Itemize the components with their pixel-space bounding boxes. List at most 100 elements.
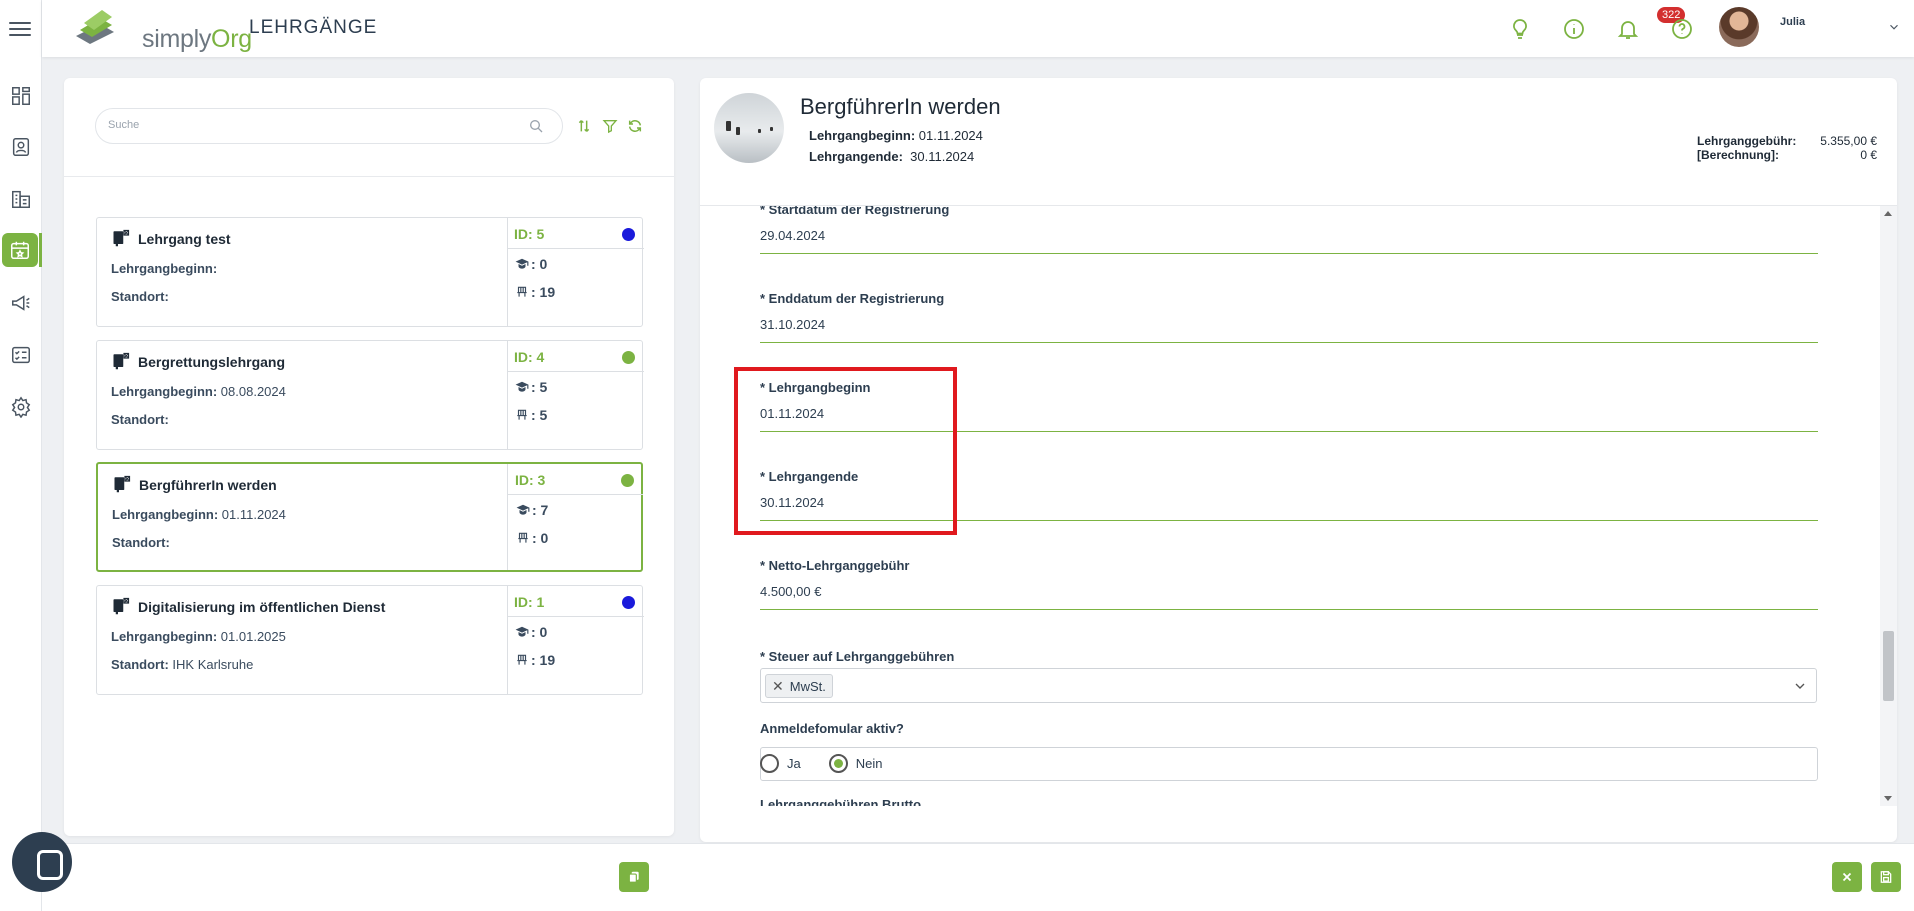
seats-count: : 19 <box>515 652 555 668</box>
course-image <box>714 93 784 163</box>
footer-bar <box>42 843 1914 911</box>
detail-begin: Lehrgangbeginn: 01.11.2024 <box>809 128 983 143</box>
page-title: LEHRGÄNGE <box>249 17 378 38</box>
fee-value: 5.355,00 € <box>1820 134 1877 148</box>
seat-icon <box>517 409 527 420</box>
save-icon <box>1880 871 1892 883</box>
copy-icon <box>628 871 639 883</box>
field-start-registration[interactable]: * Startdatum der Registrierung 29.04.202… <box>760 206 1818 254</box>
course-begin: Lehrgangbeginn: 08.08.2024 <box>111 384 286 399</box>
course-icon <box>113 597 130 615</box>
refresh-icon[interactable] <box>627 118 643 134</box>
chevron-down-icon[interactable] <box>1792 678 1808 694</box>
megaphone-icon[interactable] <box>8 290 34 316</box>
course-title: Lehrgang test <box>138 231 231 247</box>
course-id: ID: 5 <box>514 226 545 242</box>
scrollbar[interactable] <box>1880 206 1897 806</box>
menu-icon[interactable] <box>9 18 31 38</box>
field-end-registration[interactable]: * Enddatum der Registrierung 31.10.2024 <box>760 291 1818 343</box>
course-title: Bergrettungslehrgang <box>138 354 286 370</box>
seat-icon <box>517 286 527 297</box>
tax-select-box[interactable]: ✕ MwSt. <box>760 668 1817 703</box>
status-dot <box>621 474 634 487</box>
participants-count: : 0 <box>515 624 547 640</box>
course-card[interactable]: Bergrettungslehrgang Lehrgangbeginn: 08.… <box>96 340 644 450</box>
radio-no[interactable] <box>828 754 848 773</box>
user-name[interactable]: Julia <box>1780 16 1805 28</box>
courses-calendar-icon[interactable] <box>2 233 42 267</box>
course-id: ID: 4 <box>514 349 545 365</box>
participants-count: : 7 <box>516 502 548 518</box>
graduate-icon <box>515 626 529 637</box>
checklist-icon[interactable] <box>8 342 34 368</box>
graduate-icon <box>515 381 529 392</box>
course-location: Standort: IHK Karlsruhe <box>111 657 254 672</box>
copy-button[interactable] <box>619 862 649 892</box>
course-icon <box>114 475 131 493</box>
close-icon <box>1842 872 1852 882</box>
top-header: simplyOrg LEHRGÄNGE 322 Julia <box>42 0 1914 57</box>
sort-icon[interactable] <box>576 118 592 134</box>
radio-yes[interactable] <box>760 754 779 773</box>
seat-icon <box>517 654 527 665</box>
course-begin: Lehrgangbeginn: <box>111 261 218 276</box>
search-box <box>95 108 563 144</box>
course-card[interactable]: Digitalisierung im öffentlichen Dienst L… <box>96 585 644 695</box>
course-begin: Lehrgangbeginn: 01.01.2025 <box>111 629 286 644</box>
simplyorg-logo[interactable]: simplyOrg <box>70 6 252 53</box>
chevron-down-icon[interactable] <box>1887 20 1901 34</box>
signup-radio-group: Ja Nein <box>760 754 882 773</box>
participants-count: : 0 <box>515 256 547 272</box>
graduate-icon <box>516 504 530 515</box>
search-input[interactable] <box>108 119 508 131</box>
course-location: Standort: <box>112 535 170 550</box>
course-icon <box>113 352 130 370</box>
calc-label: [Berechnung]: <box>1697 148 1779 162</box>
save-button[interactable] <box>1871 862 1901 892</box>
seats-count: : 5 <box>515 407 547 423</box>
remove-chip-icon[interactable]: ✕ <box>772 678 784 695</box>
cancel-button[interactable] <box>1832 862 1862 892</box>
user-avatar[interactable] <box>1719 7 1759 47</box>
tax-label: * Steuer auf Lehrganggebühren <box>760 649 955 664</box>
fee-label: Lehrganggebühr: <box>1697 134 1797 148</box>
course-begin: Lehrgangbeginn: 01.11.2024 <box>112 507 286 522</box>
calc-value: 0 € <box>1860 148 1877 162</box>
status-dot <box>622 351 635 364</box>
lightbulb-icon[interactable] <box>1508 17 1532 41</box>
course-id: ID: 1 <box>514 594 545 610</box>
course-location: Standort: <box>111 289 169 304</box>
dashboard-icon[interactable] <box>8 83 34 109</box>
filter-icon[interactable] <box>602 118 618 134</box>
signup-label: Anmeldefomular aktiv? <box>760 721 904 736</box>
course-card-selected[interactable]: BergführerIn werden Lehrgangbeginn: 01.1… <box>96 462 643 572</box>
status-dot <box>622 228 635 241</box>
fee-summary: Lehrganggebühr: 5.355,00 € [Berechnung]: 0… <box>1697 134 1877 162</box>
settings-icon[interactable] <box>8 394 34 420</box>
next-field-label: Lehrganggebühren Brutto <box>760 797 922 806</box>
seats-count: : 19 <box>515 284 555 300</box>
field-net-fee[interactable]: * Netto-Lehrganggebühr 4.500,00 € <box>760 558 1818 610</box>
help-icon[interactable] <box>1670 17 1694 41</box>
seat-icon <box>518 532 528 543</box>
left-nav-rail <box>0 0 42 911</box>
course-card[interactable]: Lehrgang test Lehrgangbeginn: Standort: … <box>96 217 644 327</box>
divider <box>64 176 674 177</box>
organization-icon[interactable] <box>8 186 34 212</box>
search-icon[interactable] <box>528 118 544 134</box>
tax-select[interactable] <box>760 747 1818 781</box>
course-list-panel: Lehrgang test Lehrgangbeginn: Standort: … <box>64 78 674 836</box>
seats-count: : 0 <box>516 530 548 546</box>
course-location: Standort: <box>111 412 169 427</box>
info-icon[interactable] <box>1562 17 1586 41</box>
course-title: Digitalisierung im öffentlichen Dienst <box>138 599 386 615</box>
tax-chip[interactable]: ✕ MwSt. <box>765 674 833 698</box>
chat-widget-button[interactable] <box>12 832 72 892</box>
participants-count: : 5 <box>515 379 547 395</box>
bell-icon[interactable] <box>1616 17 1640 41</box>
logo-text-main: simply <box>142 25 212 53</box>
highlight-box <box>734 367 957 535</box>
contacts-icon[interactable] <box>8 134 34 160</box>
detail-end: Lehrgangende: 30.11.2024 <box>809 149 975 164</box>
detail-title: BergführerIn werden <box>800 94 1001 119</box>
